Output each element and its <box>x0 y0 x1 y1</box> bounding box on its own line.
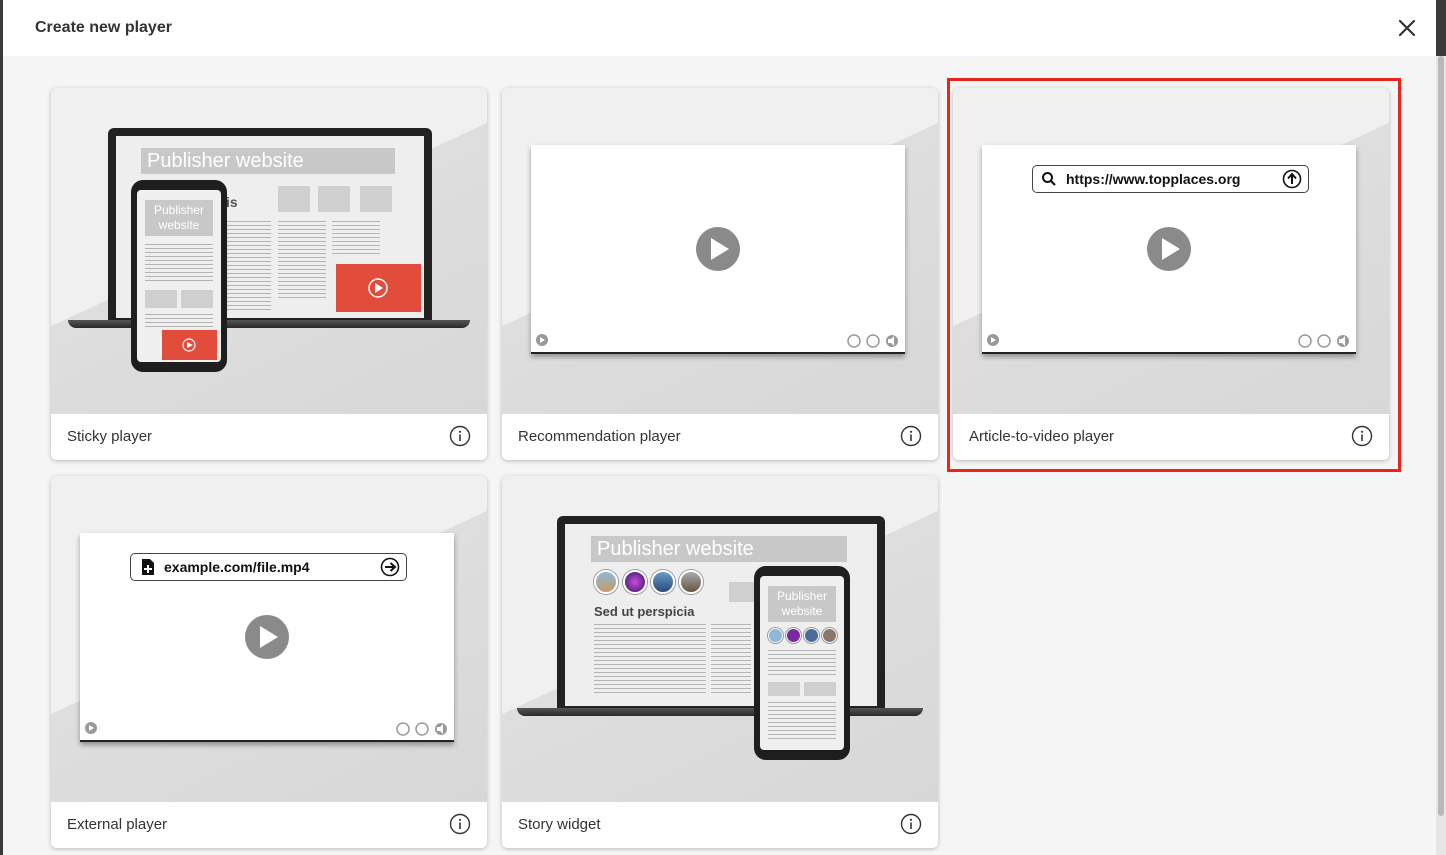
phone-publisher-heading: Publisher website <box>145 200 213 236</box>
search-icon <box>1042 172 1056 186</box>
info-icon[interactable] <box>900 813 922 835</box>
publisher-website-heading: Publisher website <box>591 536 847 562</box>
article-heading: is <box>226 194 238 210</box>
external-player-preview: example.com/file.mp4 <box>51 476 487 802</box>
sticky-player-preview: Publisher website is Publisher website <box>51 88 487 414</box>
info-icon[interactable] <box>1351 425 1373 447</box>
card-article-to-video-player[interactable]: https://www.topplaces.org Article-to-vid… <box>953 88 1389 460</box>
video-frame: example.com/file.mp4 <box>80 533 454 742</box>
small-play-icon <box>536 334 548 346</box>
arrow-right-icon <box>380 557 400 577</box>
card-label: Sticky player <box>67 428 153 445</box>
story-widget-preview: Publisher website Sed ut perspicia Publi… <box>502 476 938 802</box>
upload-arrow-icon <box>1282 169 1302 189</box>
player-controls-icons <box>1298 334 1349 348</box>
card-label: Recommendation player <box>518 428 681 445</box>
player-controls-icons <box>847 334 898 348</box>
story-article-heading: Sed ut perspicia <box>594 604 695 619</box>
card-label: Story widget <box>518 816 601 833</box>
url-input: https://www.topplaces.org <box>1032 165 1309 193</box>
info-icon[interactable] <box>449 425 471 447</box>
video-frame <box>531 145 905 354</box>
article-to-video-preview: https://www.topplaces.org <box>953 88 1389 414</box>
url-text: https://www.topplaces.org <box>1066 171 1241 187</box>
play-icon <box>245 615 289 659</box>
card-recommendation-player[interactable]: Recommendation player <box>502 88 938 460</box>
video-frame: https://www.topplaces.org <box>982 145 1356 354</box>
add-file-icon <box>142 559 154 575</box>
small-play-icon <box>85 722 97 734</box>
dialog-title: Create new player <box>35 19 172 36</box>
dialog-header: Create new player <box>3 0 1436 56</box>
sticky-video-thumbnail <box>336 264 421 312</box>
player-controls-icons <box>396 722 447 736</box>
small-play-icon <box>987 334 999 346</box>
phone-image: Publisher website <box>131 180 227 372</box>
url-input: example.com/file.mp4 <box>130 553 407 581</box>
create-player-dialog: Create new player Publisher website is P… <box>3 0 1436 855</box>
close-icon[interactable] <box>1395 16 1419 40</box>
url-text: example.com/file.mp4 <box>164 559 310 575</box>
info-icon[interactable] <box>449 813 471 835</box>
play-icon <box>696 227 740 271</box>
card-label: Article-to-video player <box>969 428 1115 445</box>
phone-publisher-heading: Publisher website <box>768 586 836 622</box>
publisher-website-heading: Publisher website <box>141 148 395 174</box>
card-external-player[interactable]: example.com/file.mp4 External player <box>51 476 487 848</box>
phone-image: Publisher website <box>754 566 850 760</box>
card-label: External player <box>67 816 168 833</box>
card-sticky-player[interactable]: Publisher website is Publisher website S… <box>51 88 487 460</box>
scrollbar-thumb[interactable] <box>1438 56 1444 816</box>
recommendation-player-preview <box>502 88 938 414</box>
card-story-widget[interactable]: Publisher website Sed ut perspicia Publi… <box>502 476 938 848</box>
info-icon[interactable] <box>900 425 922 447</box>
play-icon <box>1147 227 1191 271</box>
scrollbar[interactable] <box>1436 56 1446 855</box>
